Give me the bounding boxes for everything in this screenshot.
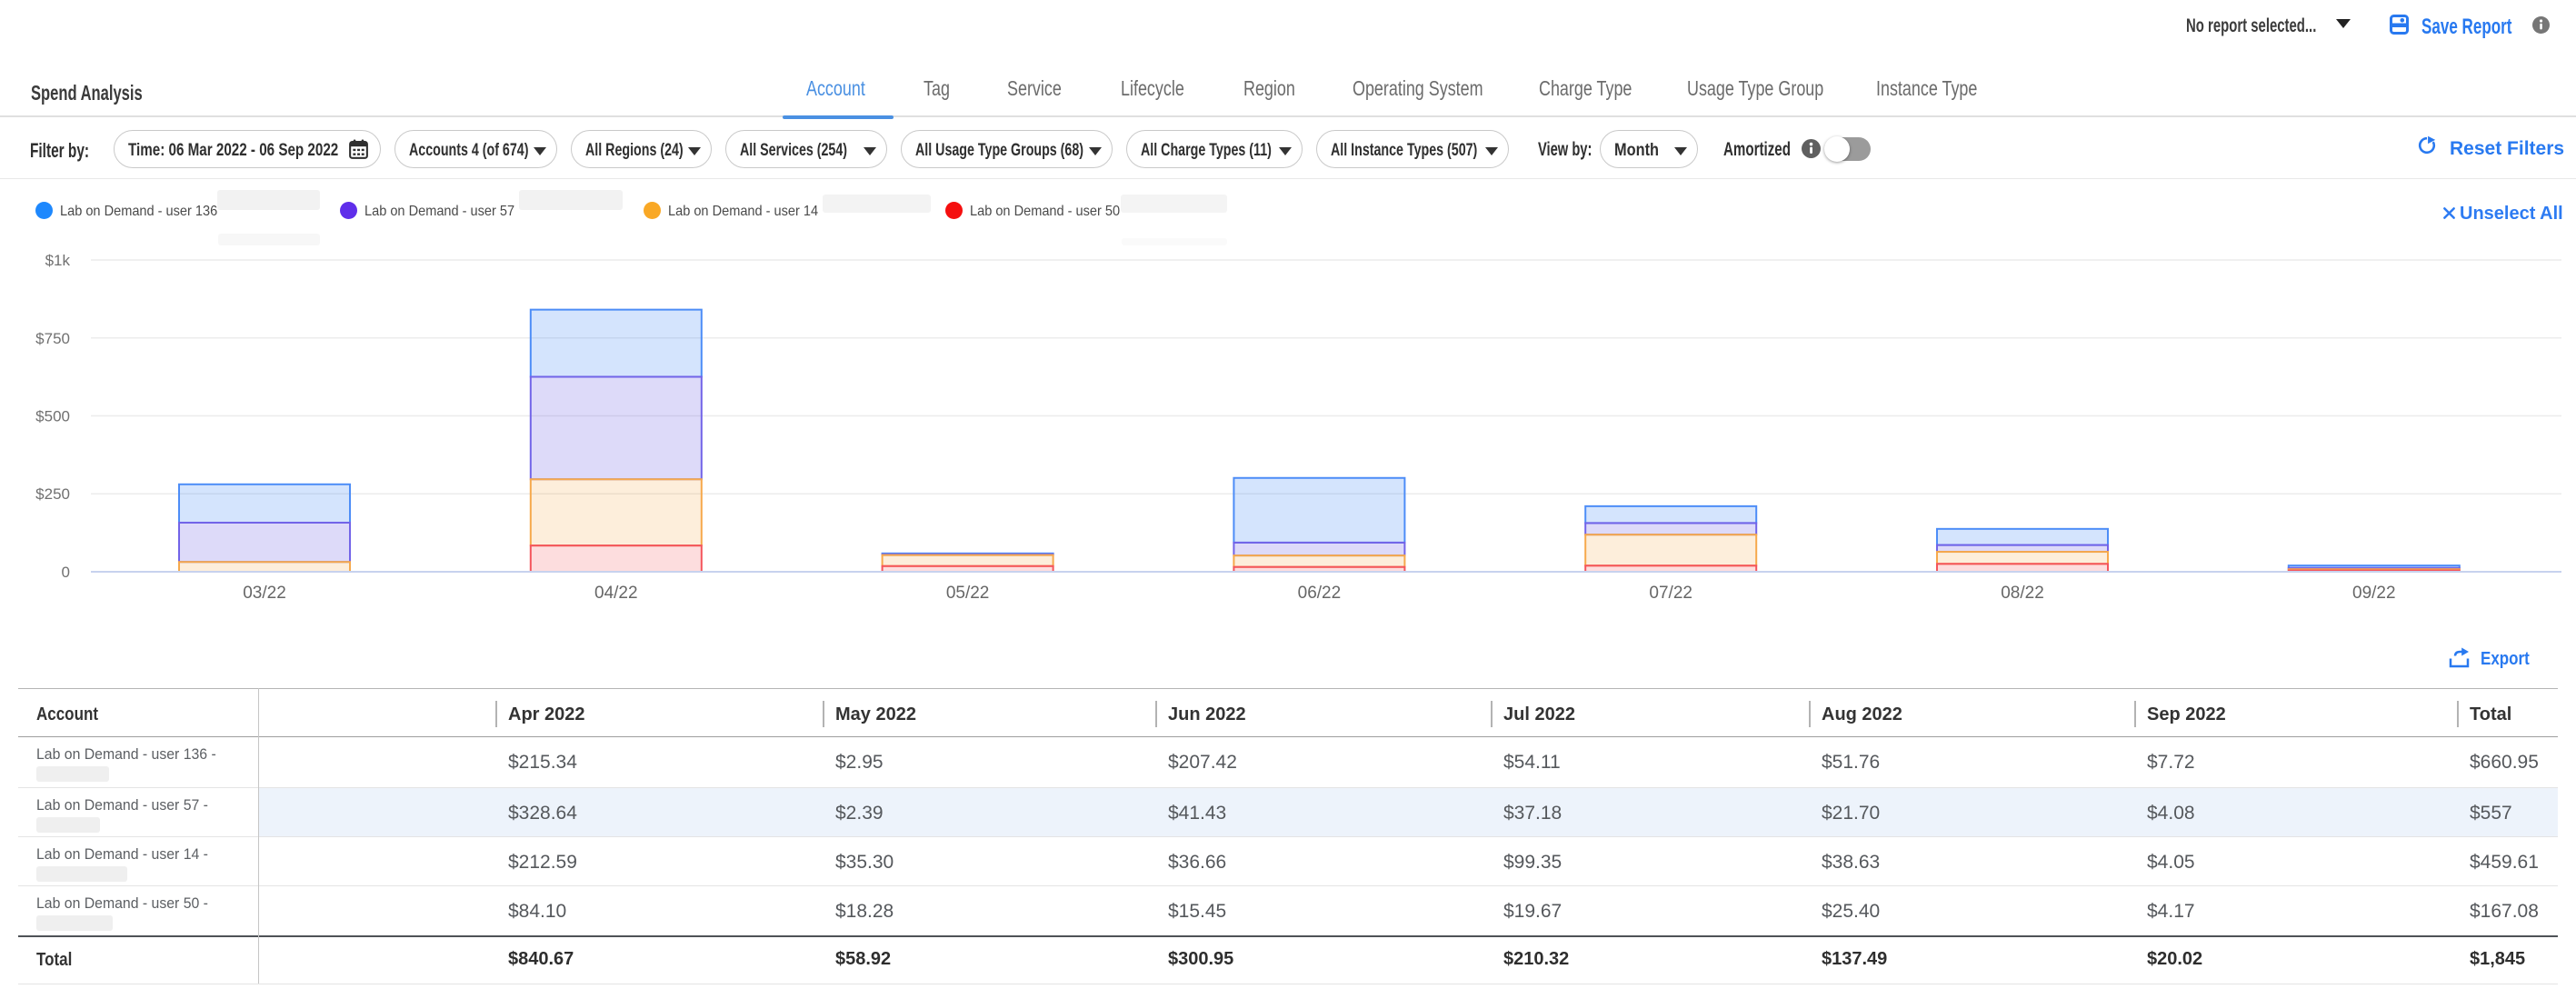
svg-text:$500: $500	[35, 408, 70, 425]
svg-text:09/22: 09/22	[2352, 584, 2396, 603]
svg-text:04/22: 04/22	[594, 584, 638, 603]
svg-text:05/22: 05/22	[946, 584, 990, 603]
svg-text:03/22: 03/22	[243, 584, 286, 603]
svg-text:$750: $750	[35, 330, 70, 347]
svg-text:06/22: 06/22	[1298, 584, 1342, 603]
svg-text:07/22: 07/22	[1649, 584, 1692, 603]
svg-text:08/22: 08/22	[2001, 584, 2044, 603]
svg-text:$1k: $1k	[45, 252, 71, 269]
svg-text:$250: $250	[35, 485, 70, 503]
svg-text:0: 0	[62, 564, 70, 581]
